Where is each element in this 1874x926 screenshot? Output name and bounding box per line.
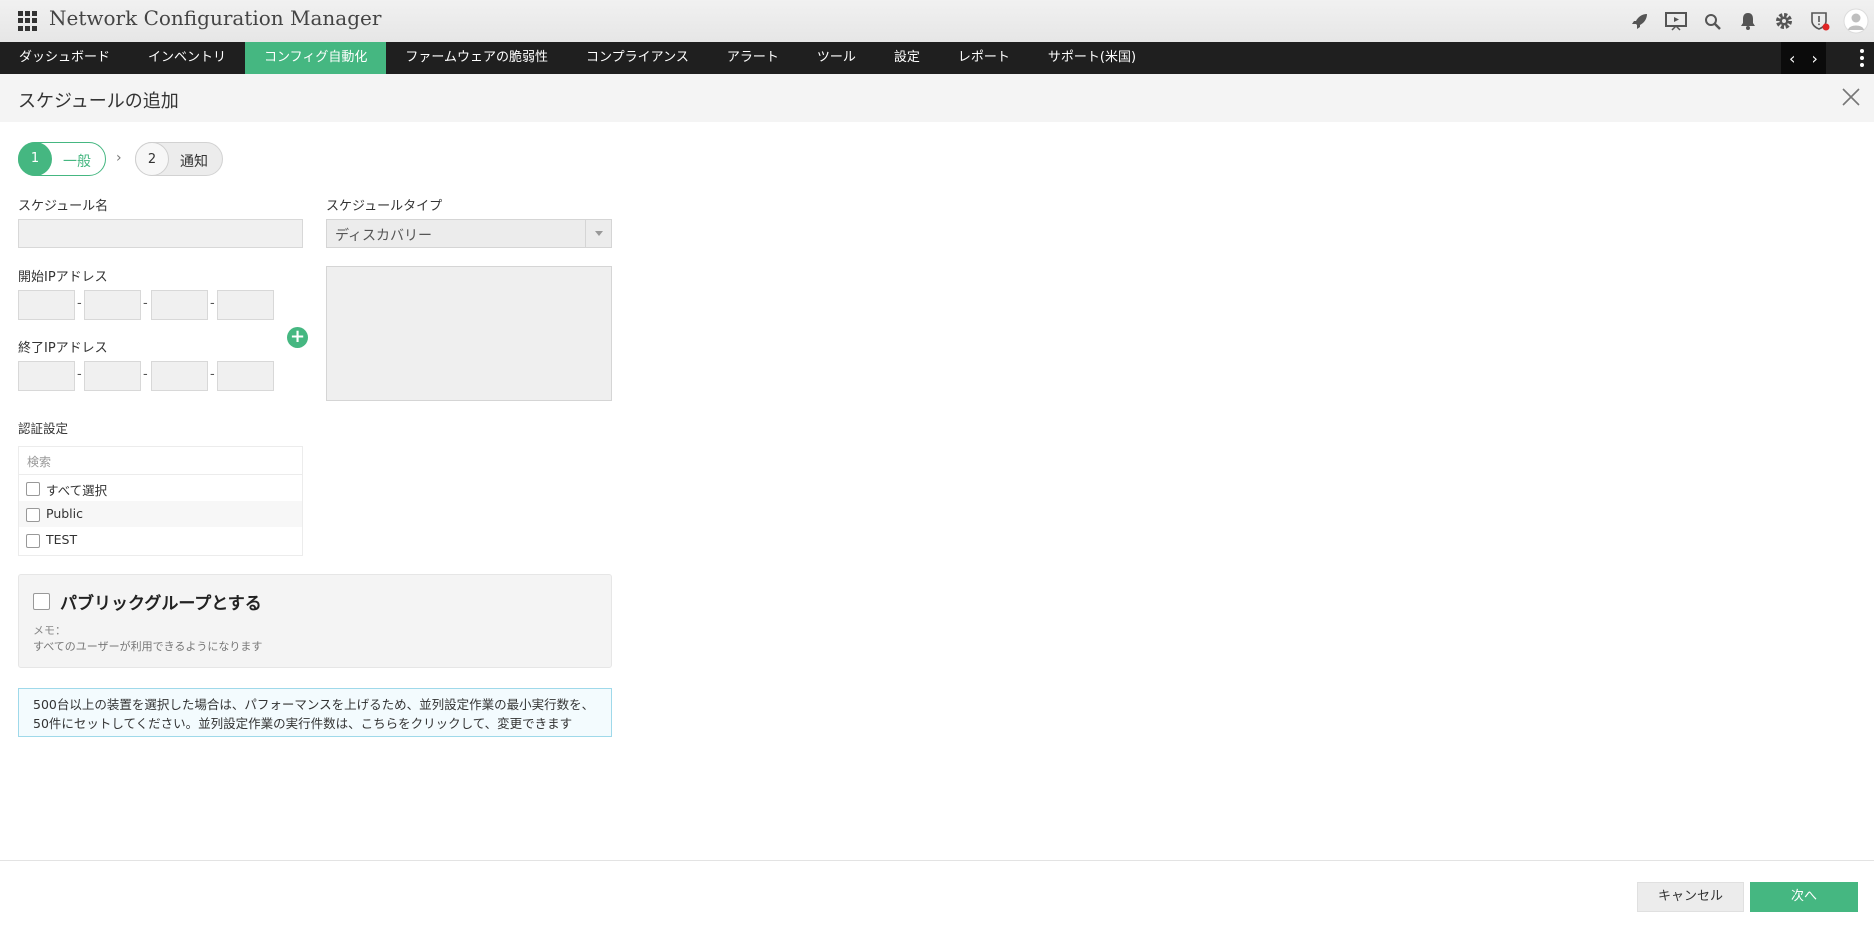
ip-separator: - [77, 367, 82, 382]
nav-items: ダッシュボード インベントリ コンフィグ自動化 ファームウェアの脆弱性 コンプラ… [0, 42, 1155, 74]
memo-label: メモ： [33, 624, 66, 637]
public-group-panel: パブリックグループとする メモ： すべてのユーザーが利用できるようになります [18, 574, 612, 668]
start-ip-octet-1[interactable] [18, 290, 75, 320]
footer-divider [0, 860, 1874, 861]
credential-checkbox[interactable] [26, 534, 40, 548]
ip-separator: - [143, 367, 148, 382]
step-number: 1 [18, 142, 52, 176]
shield-alert-icon[interactable] [1802, 0, 1838, 42]
nav-item-settings[interactable]: 設定 [875, 42, 939, 74]
credential-search-input[interactable]: 検索 [19, 447, 302, 475]
schedule-name-label: スケジュール名 [18, 199, 109, 214]
main-nav: ダッシュボード インベントリ コンフィグ自動化 ファームウェアの脆弱性 コンプラ… [0, 42, 1874, 74]
select-all-checkbox[interactable] [26, 482, 40, 496]
ip-separator: - [210, 296, 215, 311]
cancel-button[interactable]: キャンセル [1637, 882, 1744, 912]
credential-row[interactable]: TEST [19, 527, 302, 553]
more-vertical-icon[interactable] [1860, 49, 1866, 67]
next-button[interactable]: 次へ [1750, 882, 1858, 912]
credential-label: TEST [46, 532, 78, 547]
public-group-label: パブリックグループとする [60, 594, 262, 614]
end-ip-octet-4[interactable] [217, 361, 274, 391]
schedule-name-input[interactable] [18, 219, 303, 248]
chevron-left-icon[interactable]: ‹ [1783, 49, 1801, 68]
credential-list: 検索 すべて選択 Public TEST [18, 446, 303, 556]
nav-item-reports[interactable]: レポート [939, 42, 1029, 74]
top-bar: Network Configuration Manager [0, 0, 1874, 42]
info-line-2[interactable]: 50件にセットしてください。並列設定作業の実行件数は、こちらをクリックして、変更… [33, 713, 572, 732]
app-title: Network Configuration Manager [49, 6, 382, 30]
presentation-icon[interactable] [1658, 0, 1694, 42]
add-ip-range-button[interactable]: + [287, 327, 308, 348]
page-title: スケジュールの追加 [18, 91, 179, 112]
end-ip-octet-1[interactable] [18, 361, 75, 391]
nav-item-tools[interactable]: ツール [798, 42, 875, 74]
nav-item-alerts[interactable]: アラート [708, 42, 798, 74]
start-ip-octet-2[interactable] [84, 290, 141, 320]
nav-scroll-arrows: ‹ › [1781, 42, 1826, 74]
caret-down-icon [595, 231, 603, 236]
ip-separator: - [143, 296, 148, 311]
chevron-right-icon[interactable]: › [1806, 49, 1824, 68]
memo-text: すべてのユーザーが利用できるようになります [33, 640, 263, 653]
end-ip-label: 終了IPアドレス [18, 341, 108, 356]
end-ip-octet-3[interactable] [151, 361, 208, 391]
bell-icon[interactable] [1730, 0, 1766, 42]
ip-separator: - [210, 367, 215, 382]
credential-label: Public [46, 506, 83, 521]
step-number: 2 [135, 142, 169, 176]
top-toolbar [1622, 0, 1874, 42]
info-line-1: 500台以上の装置を選択した場合は、パフォーマンスを上げるため、並列設定作業の最… [33, 697, 595, 712]
gear-icon[interactable] [1766, 0, 1802, 42]
search-placeholder: 検索 [27, 455, 52, 469]
step-general[interactable]: 1 一般 [18, 142, 106, 176]
credential-checkbox[interactable] [26, 508, 40, 522]
nav-item-dashboard[interactable]: ダッシュボード [0, 42, 129, 74]
schedule-type-label: スケジュールタイプ [326, 199, 443, 214]
public-group-checkbox[interactable] [33, 593, 50, 610]
start-ip-octet-3[interactable] [151, 290, 208, 320]
app-grid-icon[interactable] [18, 11, 38, 31]
nav-item-support[interactable]: サポート(米国) [1029, 42, 1155, 74]
start-ip-octet-4[interactable] [217, 290, 274, 320]
dropdown-toggle[interactable] [585, 220, 611, 247]
step-label: 通知 [180, 154, 208, 170]
schedule-type-select[interactable]: ディスカバリー [326, 219, 612, 248]
user-avatar-icon[interactable] [1838, 0, 1874, 42]
step-label: 一般 [63, 154, 91, 170]
page-header: スケジュールの追加 [0, 74, 1874, 122]
nav-item-compliance[interactable]: コンプライアンス [567, 42, 708, 74]
schedule-type-value: ディスカバリー [335, 228, 433, 244]
credential-settings-label: 認証設定 [18, 421, 69, 436]
nav-item-firmware-vulnerability[interactable]: ファームウェアの脆弱性 [386, 42, 567, 74]
step-notification[interactable]: 2 通知 [135, 142, 223, 176]
start-ip-label: 開始IPアドレス [18, 270, 108, 285]
ip-list-area[interactable] [326, 266, 612, 401]
search-icon[interactable] [1694, 0, 1730, 42]
ip-separator: - [77, 296, 82, 311]
rocket-icon[interactable] [1622, 0, 1658, 42]
credential-row[interactable]: Public [19, 501, 302, 527]
credential-label: すべて選択 [46, 483, 108, 498]
end-ip-octet-2[interactable] [84, 361, 141, 391]
nav-item-config-automation[interactable]: コンフィグ自動化 [245, 42, 387, 74]
credential-row[interactable]: すべて選択 [19, 475, 302, 501]
nav-item-inventory[interactable]: インベントリ [129, 42, 245, 74]
chevron-right-icon: › [116, 150, 122, 166]
info-message: 500台以上の装置を選択した場合は、パフォーマンスを上げるため、並列設定作業の最… [18, 688, 612, 737]
close-icon[interactable] [1840, 86, 1862, 108]
